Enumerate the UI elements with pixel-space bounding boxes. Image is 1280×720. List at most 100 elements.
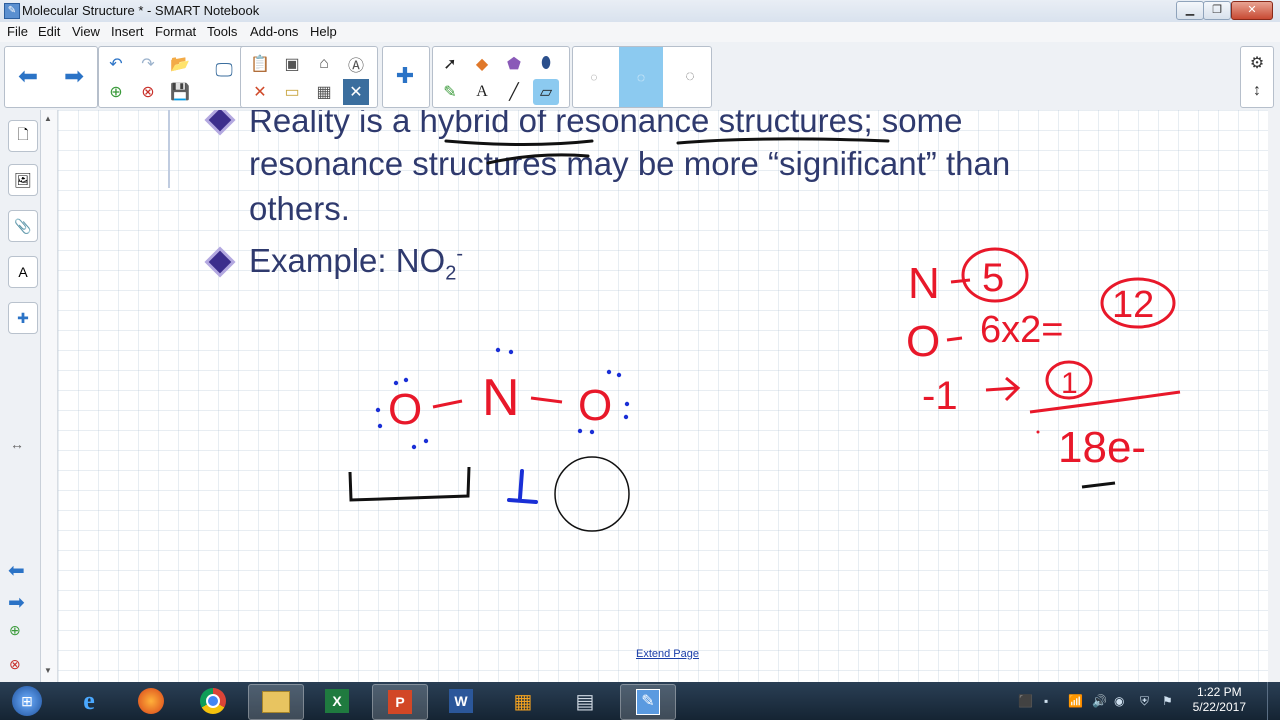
network-icon[interactable]: 📶 — [1068, 694, 1083, 708]
word-icon[interactable]: W — [434, 684, 488, 718]
side-panel: 🗋 🖼 📎 A ✚ ↔ ⬅ ➡ ⊕ ⊗ — [0, 110, 41, 682]
menu-bar: File Edit View Insert Format Tools Add-o… — [0, 22, 1280, 43]
scroll-down-icon[interactable]: ▼ — [44, 666, 52, 675]
action-center-icon[interactable]: ⚑ — [1162, 694, 1173, 708]
menu-tools[interactable]: Tools — [207, 24, 237, 39]
full-screen-icon[interactable]: ▭ — [279, 79, 305, 105]
gallery-icon[interactable]: 🖼 — [8, 164, 38, 196]
delete-page-side-icon[interactable]: ⊗ — [9, 656, 21, 673]
extend-page-link[interactable]: Extend Page — [636, 648, 699, 660]
add-page-side-icon[interactable]: ⊕ — [9, 622, 21, 639]
eraser-medium-icon[interactable]: ◌ — [628, 64, 654, 90]
fill-icon[interactable]: ⬮ — [533, 51, 559, 77]
move-toolbar-icon[interactable]: ↕ — [1244, 78, 1270, 104]
menu-help[interactable]: Help — [310, 24, 337, 39]
text-icon[interactable]: A — [469, 79, 495, 105]
arrow-mark — [985, 376, 1021, 402]
minimize-button[interactable]: ▁ — [1176, 1, 1204, 20]
underline-hybrid — [444, 139, 594, 146]
ie-icon[interactable]: e — [62, 684, 116, 718]
eraser-large-icon[interactable]: ◌ — [677, 64, 703, 90]
app-icon: ✎ — [4, 3, 20, 19]
addons-side-icon[interactable]: ✚ — [8, 302, 38, 334]
menu-edit[interactable]: Edit — [38, 24, 60, 39]
lewis-o-left: O — [388, 385, 422, 434]
stray-dot — [1036, 430, 1040, 434]
powerpoint-icon[interactable]: P — [372, 684, 428, 720]
calc-minus-1: -1 — [922, 374, 958, 418]
screen-capture-icon[interactable]: ▣ — [279, 51, 305, 77]
antivirus-icon[interactable]: ⛨ — [1140, 694, 1149, 709]
right-scroll-area — [1268, 110, 1280, 682]
add-page-icon[interactable]: ⊕ — [103, 79, 129, 105]
previous-page-icon[interactable]: ⬅ — [8, 558, 25, 583]
calc-18e: 18e- — [1058, 423, 1146, 472]
calc-1: 1 — [1061, 367, 1078, 400]
attachments-icon[interactable]: 📎 — [8, 210, 38, 242]
toolbar-group-navigation: ⬅ ➡ — [4, 46, 98, 108]
document-camera-taskbar-icon[interactable]: ▤ — [558, 684, 612, 718]
document-camera-icon[interactable]: ⌂ — [311, 51, 337, 77]
shapes-icon[interactable]: ◆ — [469, 51, 495, 77]
settings-icon[interactable]: ⚙ — [1244, 50, 1270, 76]
select-icon[interactable]: ➚ — [437, 51, 463, 77]
menu-view[interactable]: View — [72, 24, 100, 39]
addons-puzzle-icon[interactable]: ✚ — [392, 63, 418, 89]
lewis-o-right: O — [578, 381, 612, 430]
handwriting-recognition-icon[interactable]: Ⓐ — [343, 51, 369, 77]
app-grid-icon[interactable]: ▦ — [496, 684, 550, 718]
save-icon[interactable]: 💾 — [167, 79, 193, 105]
delete-page-icon[interactable]: ⊗ — [135, 79, 161, 105]
vertical-scrollbar[interactable]: ▲ ▼ — [41, 110, 58, 682]
show-desktop-button[interactable] — [1267, 682, 1280, 720]
chrome-icon[interactable] — [186, 684, 240, 718]
eraser-icon[interactable]: ▱ — [533, 79, 559, 105]
clock-date: 5/22/2017 — [1192, 700, 1246, 714]
forward-arrow-icon[interactable]: ➡ — [61, 63, 87, 90]
notebook-canvas[interactable]: Reality is a hybrid of resonance structu… — [58, 110, 1268, 682]
open-icon[interactable]: 📂 — [167, 51, 193, 77]
close-full-screen-icon[interactable]: ✕ — [343, 79, 369, 105]
black-dash — [1081, 481, 1116, 489]
line-icon[interactable]: ╱ — [501, 79, 527, 105]
file-explorer-icon[interactable] — [248, 684, 304, 720]
calc-12: 12 — [1112, 284, 1154, 326]
magic-pen-icon[interactable]: ⬟ — [501, 51, 527, 77]
eraser-cursor — [554, 456, 630, 532]
undo-icon[interactable]: ↶ — [103, 51, 129, 77]
delete-icon[interactable]: ✕ — [247, 79, 273, 105]
scroll-up-icon[interactable]: ▲ — [44, 114, 52, 123]
sum-line — [1029, 390, 1181, 414]
clock[interactable]: 1:22 PM 5/22/2017 — [1193, 685, 1246, 715]
toolbar: ⬅ ➡ ↶ ↷ 📂 🖵 ⊕ ⊗ 💾 📋 ▣ ⌂ Ⓐ ✕ ▭ ▦ ✕ ✚ ➚ ◆ … — [0, 42, 1280, 111]
tray-icon-2[interactable]: ▪ — [1044, 694, 1048, 708]
ink-layer: O N O N 5 O 6x2= 12 -1 1 18e- — [348, 137, 1181, 532]
redo-icon[interactable]: ↷ — [135, 51, 161, 77]
maximize-button[interactable]: ❐ — [1203, 1, 1231, 20]
properties-icon[interactable]: A — [8, 256, 38, 288]
eraser-small-icon[interactable]: ◌ — [581, 64, 607, 90]
menu-file[interactable]: File — [7, 24, 28, 39]
toolbar-group-file: ↶ ↷ 📂 🖵 ⊕ ⊗ 💾 — [98, 46, 248, 108]
excel-icon[interactable]: X — [310, 684, 364, 718]
resize-panel-icon[interactable]: ↔ — [10, 436, 24, 452]
paste-icon[interactable]: 📋 — [247, 51, 273, 77]
calc-n: N — [908, 259, 940, 308]
menu-insert[interactable]: Insert — [111, 24, 144, 39]
firefox-icon[interactable] — [124, 684, 178, 718]
smart-notebook-taskbar-icon[interactable]: ✎ — [620, 684, 676, 720]
screen-shade-icon[interactable]: 🖵 — [211, 57, 237, 83]
tray-icon-1[interactable]: ⬛ — [1018, 694, 1033, 708]
menu-addons[interactable]: Add-ons — [250, 24, 298, 39]
back-arrow-icon[interactable]: ⬅ — [15, 63, 41, 90]
page-sorter-icon[interactable]: 🗋 — [8, 120, 38, 152]
start-button[interactable]: ⊞ — [2, 684, 52, 718]
next-page-icon[interactable]: ➡ — [8, 590, 25, 615]
table-icon[interactable]: ▦ — [311, 79, 337, 105]
volume-icon[interactable]: 🔊 — [1092, 694, 1107, 708]
menu-format[interactable]: Format — [155, 24, 196, 39]
pen-icon[interactable]: ✎ — [437, 79, 463, 105]
tray-icon-3[interactable]: ◉ — [1114, 694, 1124, 708]
blue-mark — [507, 469, 538, 504]
close-button[interactable]: ✕ — [1231, 1, 1273, 20]
